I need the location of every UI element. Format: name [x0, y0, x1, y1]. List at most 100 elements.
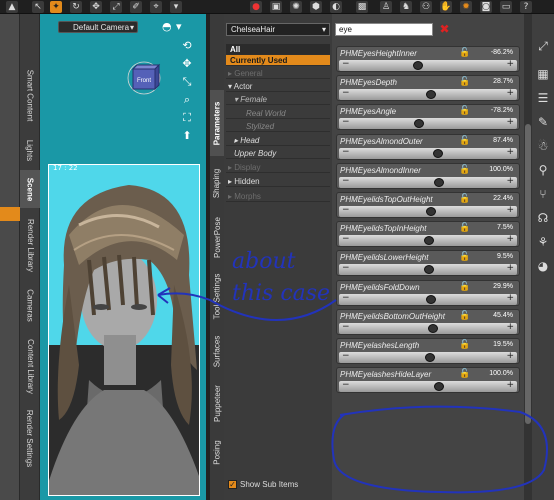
- node-tool-icon[interactable]: ⌖: [150, 1, 162, 13]
- property-value[interactable]: 19.5%: [493, 341, 513, 348]
- joint-tool-icon[interactable]: ✐: [130, 1, 142, 13]
- increment-icon[interactable]: +: [506, 117, 514, 127]
- tab-posing[interactable]: Posing: [210, 432, 224, 472]
- zoom-icon[interactable]: ⌕: [180, 93, 194, 107]
- slider-knob[interactable]: [424, 265, 435, 275]
- universal-tool-icon[interactable]: ✦: [50, 1, 62, 13]
- increment-icon[interactable]: +: [506, 293, 514, 303]
- tab-render-library[interactable]: Render Library: [20, 210, 40, 280]
- material-icon[interactable]: ◕: [535, 258, 551, 274]
- decrement-icon[interactable]: −: [342, 380, 350, 390]
- increment-icon[interactable]: +: [506, 88, 514, 98]
- reset-view-icon[interactable]: ⬆: [180, 129, 194, 143]
- tab-shaping[interactable]: Shaping: [210, 160, 224, 206]
- tab-puppeteer[interactable]: Puppeteer: [210, 376, 224, 430]
- slider-track[interactable]: − +: [339, 176, 517, 188]
- light-icon[interactable]: ✺: [290, 1, 302, 13]
- dolly-icon[interactable]: ⤡: [180, 75, 194, 89]
- tab-surfaces[interactable]: Surfaces: [210, 326, 224, 376]
- decrement-icon[interactable]: −: [342, 117, 350, 127]
- geometry-icon[interactable]: ⬢: [310, 1, 322, 13]
- slider-track[interactable]: − +: [339, 117, 517, 130]
- scale-tool-icon[interactable]: ⤢: [110, 1, 122, 13]
- property-value[interactable]: -78.2%: [491, 107, 513, 114]
- spot-render-icon[interactable]: ▣: [270, 1, 282, 13]
- property-value[interactable]: 9.5%: [497, 253, 513, 260]
- scrollbar[interactable]: [524, 14, 532, 500]
- property-value[interactable]: 45.4%: [493, 312, 513, 319]
- tree-item[interactable]: ▸ Head: [226, 135, 330, 146]
- grid-icon[interactable]: ▦: [535, 66, 551, 82]
- tree-item[interactable]: Stylized: [226, 121, 330, 132]
- figure-pose-icon[interactable]: ☃: [535, 138, 551, 154]
- property-filter-input[interactable]: eye: [335, 23, 433, 36]
- increment-icon[interactable]: +: [506, 176, 514, 186]
- property-value[interactable]: 29.9%: [493, 283, 513, 290]
- increment-icon[interactable]: +: [506, 380, 514, 390]
- draw-style-icon[interactable]: ▾: [176, 20, 182, 33]
- tree-item[interactable]: ▸ Display: [226, 162, 330, 173]
- decrement-icon[interactable]: −: [342, 322, 350, 332]
- property-slider[interactable]: PHMEyesAngle 🔓 -78.2% − +: [336, 104, 520, 131]
- view-cube[interactable]: Front: [127, 61, 161, 95]
- tree-item[interactable]: ▾ Female: [226, 94, 330, 105]
- tree-item[interactable]: Currently Used: [226, 55, 330, 66]
- texture-icon[interactable]: ▩: [356, 1, 368, 13]
- property-slider[interactable]: PHMEyesDepth 🔓 28.7% − +: [336, 75, 520, 102]
- increment-icon[interactable]: +: [506, 263, 514, 273]
- property-value[interactable]: 22.4%: [493, 195, 513, 202]
- frame-icon[interactable]: ⛶: [180, 111, 194, 125]
- property-slider[interactable]: PHMEyelashesHideLayer 🔓 100.0% − +: [336, 367, 520, 394]
- slider-knob[interactable]: [426, 294, 437, 304]
- lock-icon[interactable]: 🔓: [459, 311, 470, 321]
- property-slider[interactable]: PHMEyelidsLowerHeight 🔓 9.5% − +: [336, 250, 520, 277]
- property-slider[interactable]: PHMEyesHeightInner 🔓 -86.2% − +: [336, 46, 520, 72]
- slider-track[interactable]: − +: [339, 351, 517, 363]
- slider-knob[interactable]: [426, 90, 437, 100]
- tab-cameras[interactable]: Cameras: [20, 282, 40, 328]
- property-value[interactable]: -86.2%: [491, 49, 513, 56]
- lock-icon[interactable]: 🔓: [459, 194, 470, 204]
- slider-knob[interactable]: [434, 177, 445, 187]
- slider-knob[interactable]: [432, 148, 443, 158]
- slider-knob[interactable]: [425, 353, 436, 362]
- expand-icon[interactable]: ⤢: [535, 38, 551, 54]
- tree-item[interactable]: ▸ General: [226, 68, 330, 79]
- hand-icon[interactable]: ✋: [440, 1, 452, 13]
- slider-knob[interactable]: [413, 61, 424, 70]
- branch-icon[interactable]: ⑂: [535, 186, 551, 202]
- increment-icon[interactable]: +: [506, 147, 514, 157]
- help-icon[interactable]: ?: [520, 1, 532, 13]
- slider-track[interactable]: − +: [339, 322, 517, 334]
- morph-brush-icon[interactable]: ✎: [535, 114, 551, 130]
- property-value[interactable]: 100.0%: [489, 166, 513, 173]
- increment-icon[interactable]: +: [506, 59, 514, 69]
- decrement-icon[interactable]: −: [342, 351, 350, 361]
- slider-track[interactable]: − +: [339, 380, 517, 393]
- slider-track[interactable]: − +: [339, 88, 517, 101]
- tab-lights[interactable]: Lights: [20, 132, 40, 168]
- decrement-icon[interactable]: −: [342, 263, 350, 273]
- window-icon[interactable]: ▭: [500, 1, 512, 13]
- lock-icon[interactable]: 🔓: [459, 252, 470, 262]
- camera-icon[interactable]: ◙: [480, 1, 492, 13]
- increment-icon[interactable]: +: [506, 322, 514, 332]
- orbit-icon[interactable]: ⟲: [180, 39, 194, 53]
- decrement-icon[interactable]: −: [342, 88, 350, 98]
- lock-icon[interactable]: 🔓: [459, 136, 470, 146]
- decrement-icon[interactable]: −: [342, 59, 350, 69]
- morph-icon[interactable]: ⚇: [420, 1, 432, 13]
- lock-icon[interactable]: 🔓: [459, 77, 470, 87]
- property-value[interactable]: 7.5%: [497, 224, 513, 231]
- property-value[interactable]: 100.0%: [489, 370, 513, 377]
- lock-icon[interactable]: 🔓: [459, 369, 470, 379]
- surface-icon[interactable]: ◐: [330, 1, 342, 13]
- tab-render-settings[interactable]: Render Settings: [20, 404, 40, 472]
- slider-track[interactable]: − +: [339, 234, 517, 247]
- lock-icon[interactable]: 🔓: [459, 48, 470, 58]
- menu-arrow-icon[interactable]: ▾: [170, 1, 182, 13]
- property-slider[interactable]: PHMEyelidsBottomOutHeight 🔓 45.4% − +: [336, 308, 520, 335]
- pointer-tool-icon[interactable]: ↖: [32, 1, 44, 13]
- rotate-tool-icon[interactable]: ↻: [70, 1, 82, 13]
- translate-tool-icon[interactable]: ✥: [90, 1, 102, 13]
